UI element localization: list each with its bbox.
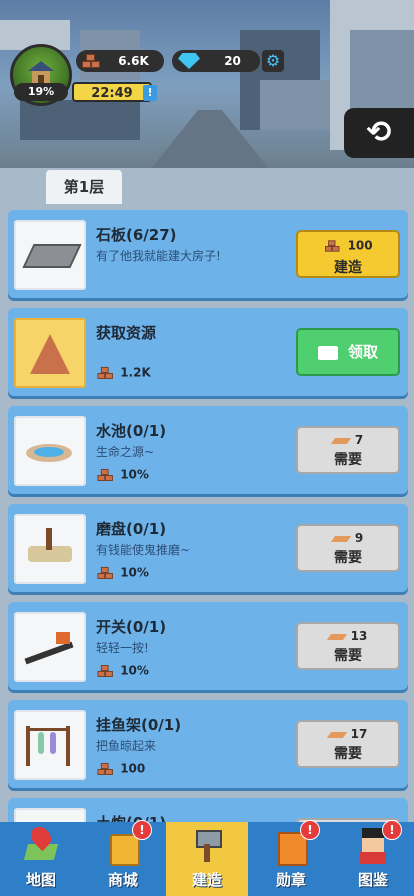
millstone-icon	[14, 514, 86, 584]
item-stat: 100	[96, 760, 145, 778]
house-icon	[28, 61, 54, 83]
brick-icon	[97, 365, 115, 380]
list-item: 石板(6/27) 有了他我就能建大房子! 100 建造	[8, 210, 408, 298]
item-stat: 10%	[96, 466, 149, 484]
map-pin-icon	[22, 822, 60, 866]
brick-icon	[97, 467, 115, 482]
item-title: 获取资源	[96, 324, 157, 342]
list-item: 挂鱼架(0/1) 把鱼晾起来 100 17 需要	[8, 700, 408, 788]
nav-label: 建造	[191, 871, 222, 889]
building-list[interactable]: 石板(6/27) 有了他我就能建大房子! 100 建造 获取资源 1.2K 领取…	[8, 204, 410, 824]
nav-build[interactable]: 建造	[166, 822, 248, 896]
item-title: 开关(0/1)	[96, 618, 167, 636]
lever-switch-icon	[14, 612, 86, 682]
hammer-icon	[188, 826, 226, 866]
require-button[interactable]: 13 需要	[296, 622, 400, 670]
brick-icon	[325, 239, 341, 253]
swap-arrows-icon[interactable]: ⟲	[344, 108, 414, 158]
nav-label: 商城	[107, 871, 138, 889]
nav-medal[interactable]: ! 勋章	[250, 820, 332, 896]
plate-icon	[330, 535, 351, 542]
alert-badge: !	[382, 820, 402, 840]
claim-label: 领取	[347, 343, 378, 361]
fish-rack-icon	[14, 710, 86, 780]
plate-icon	[326, 731, 347, 738]
list-item: 土炮(0/1) 17 需要	[8, 798, 408, 824]
item-title: 磨盘(0/1)	[96, 520, 167, 538]
timer: 22:49	[72, 82, 152, 102]
settings-gear-icon[interactable]: ⚙	[262, 50, 284, 72]
gem-count: 20	[224, 54, 241, 68]
build-cost: 100	[347, 238, 373, 253]
list-item: 开关(0/1) 轻轻一按! 10% 13 需要	[8, 602, 408, 690]
brick-icon	[97, 565, 115, 580]
resource-pile-icon	[14, 318, 86, 388]
item-desc: 生命之源~	[96, 445, 155, 459]
item-stat: 10%	[96, 564, 149, 582]
build-button[interactable]: 100 建造	[296, 230, 400, 278]
item-title: 石板(6/27)	[96, 226, 177, 244]
info-button[interactable]: !	[143, 85, 157, 101]
progress-percent: 19%	[14, 83, 68, 101]
brick-counter: 6.6K	[76, 50, 164, 72]
bottom-nav: 地图 ! 商城 建造 ! 勋章 ! 图鉴	[0, 820, 414, 896]
nav-label: 勋章	[275, 871, 306, 889]
stone-slab-icon	[14, 220, 86, 290]
video-camera-icon	[317, 345, 338, 360]
plate-icon	[326, 633, 347, 640]
brick-icon	[82, 52, 102, 70]
nav-label: 地图	[25, 871, 56, 889]
item-desc: 把鱼晾起来	[96, 739, 157, 753]
item-desc: 有钱能使鬼推磨~	[96, 543, 191, 557]
item-title: 水池(0/1)	[96, 422, 167, 440]
alert-badge: !	[132, 820, 152, 840]
nav-map[interactable]: 地图	[0, 822, 82, 896]
plate-icon	[330, 437, 351, 444]
gem-counter: 20	[172, 50, 260, 72]
tab-floor-1[interactable]: 第1层	[46, 170, 122, 204]
list-item: 磨盘(0/1) 有钱能使鬼推磨~ 10% 9 需要	[8, 504, 408, 592]
nav-gallery[interactable]: ! 图鉴	[332, 820, 414, 896]
require-button[interactable]: 7 需要	[296, 426, 400, 474]
item-desc: 有了他我就能建大房子!	[96, 249, 221, 263]
build-label: 建造	[334, 260, 362, 276]
brick-icon	[97, 761, 115, 776]
brick-icon	[97, 663, 115, 678]
require-button[interactable]: 9 需要	[296, 524, 400, 572]
item-desc: 轻轻一按!	[96, 641, 149, 655]
gem-icon	[178, 53, 200, 69]
water-pool-icon	[14, 416, 86, 486]
nav-shop[interactable]: ! 商城	[82, 820, 164, 896]
nav-label: 图鉴	[357, 871, 388, 889]
list-item: 获取资源 1.2K 领取	[8, 308, 408, 396]
item-stat: 1.2K	[96, 364, 151, 382]
brick-count: 6.6K	[118, 54, 149, 68]
item-stat: 10%	[96, 662, 149, 680]
list-item: 水池(0/1) 生命之源~ 10% 7 需要	[8, 406, 408, 494]
claim-button[interactable]: 领取	[296, 328, 400, 376]
item-title: 挂鱼架(0/1)	[96, 716, 182, 734]
require-button[interactable]: 17 需要	[296, 720, 400, 768]
alert-badge: !	[300, 820, 320, 840]
